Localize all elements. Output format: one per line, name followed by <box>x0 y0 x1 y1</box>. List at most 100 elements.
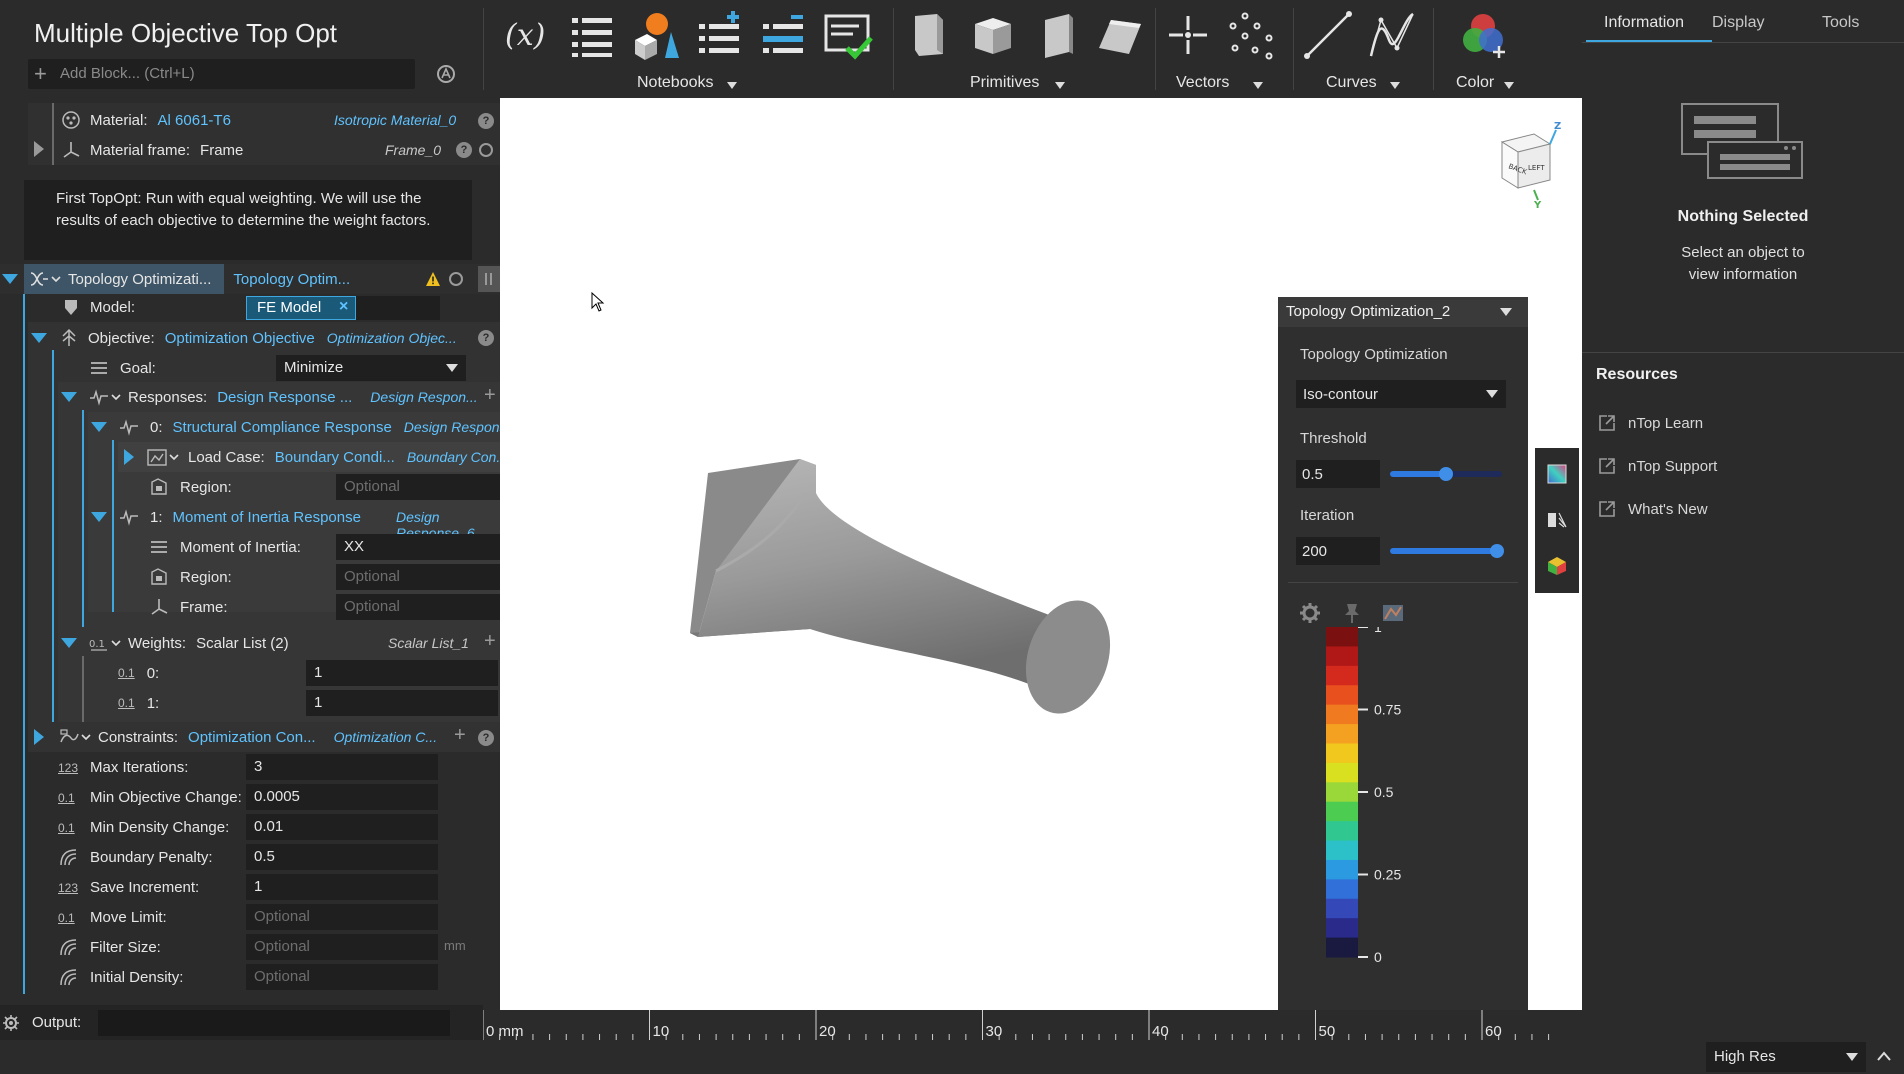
box-icon[interactable] <box>967 10 1017 60</box>
parameter-input[interactable]: 0.0005 <box>246 784 438 810</box>
model-field-rest[interactable] <box>356 296 440 320</box>
add-block-input[interactable]: + Add Block... (Ctrl+L) <box>28 59 415 89</box>
expand-arrow-icon[interactable] <box>34 141 44 157</box>
caret-down-icon[interactable] <box>1504 82 1514 89</box>
resource-link[interactable]: What's New <box>1598 494 1708 524</box>
slab-icon[interactable] <box>1095 10 1145 60</box>
model-chip[interactable]: FE Model × <box>246 296 356 320</box>
notebooks-menu[interactable]: Notebooks <box>637 74 714 92</box>
constraints-ref[interactable]: Optimization C... <box>334 729 437 745</box>
caret-down-icon[interactable] <box>1253 82 1263 89</box>
iteration-slider[interactable] <box>1390 544 1504 558</box>
load-case-ref[interactable]: Boundary Con... <box>407 449 508 465</box>
weights-ref[interactable]: Scalar List_1 <box>388 635 469 651</box>
add-item-button[interactable]: + <box>454 724 466 747</box>
collapse-arrow-icon[interactable] <box>61 638 77 648</box>
caret-down-icon[interactable] <box>727 82 737 89</box>
help-icon[interactable]: ? <box>478 330 494 346</box>
material-frame-ref[interactable]: Frame_0 <box>385 142 441 158</box>
colormap-toggle-icon[interactable] <box>1547 464 1567 484</box>
chevron-down-icon[interactable] <box>110 391 122 403</box>
curves-menu[interactable]: Curves <box>1326 74 1377 92</box>
cube-icon[interactable] <box>903 10 953 60</box>
color-menu[interactable]: Color <box>1456 74 1494 92</box>
objective-ref[interactable]: Optimization Objec... <box>327 330 457 346</box>
chevron-down-icon[interactable] <box>80 731 92 743</box>
primitives-menu[interactable]: Primitives <box>970 74 1039 92</box>
parameter-input[interactable]: Optional <box>246 904 438 930</box>
help-icon[interactable]: ? <box>456 142 472 158</box>
vectors-menu[interactable]: Vectors <box>1176 74 1229 92</box>
add-item-button[interactable]: + <box>484 630 496 653</box>
warning-icon[interactable] <box>425 271 441 287</box>
render-mode-icon[interactable] <box>1547 556 1567 576</box>
checklist-icon[interactable] <box>823 10 873 60</box>
caret-down-icon[interactable] <box>1055 82 1065 89</box>
pause-button[interactable] <box>478 266 500 292</box>
constraints-value[interactable]: Optimization Con... <box>188 729 316 746</box>
tab-information[interactable]: Information <box>1604 14 1684 32</box>
resource-link[interactable]: nTop Learn <box>1598 408 1703 438</box>
chevron-down-icon[interactable] <box>50 273 62 285</box>
iteration-slider-handle[interactable] <box>1490 544 1504 558</box>
parameter-input[interactable]: 1 <box>246 874 438 900</box>
resolution-dropdown[interactable]: High Res <box>1706 1042 1866 1072</box>
parameter-input[interactable]: 0.5 <box>246 844 438 870</box>
threshold-slider-handle[interactable] <box>1439 467 1453 481</box>
help-icon[interactable]: ? <box>478 113 494 129</box>
display-mode-dropdown[interactable]: Iso-contour <box>1296 380 1506 408</box>
remove-list-icon[interactable] <box>759 10 809 60</box>
parameter-input[interactable]: 3 <box>246 754 438 780</box>
response-1-value[interactable]: Moment of Inertia Response <box>173 509 361 526</box>
output-field[interactable] <box>98 1010 450 1036</box>
material-value[interactable]: Al 6061-T6 <box>158 112 231 129</box>
responses-ref[interactable]: Design Respon... <box>370 389 477 405</box>
curve-icon[interactable] <box>1367 10 1417 60</box>
threshold-input[interactable]: 0.5 <box>1296 460 1380 488</box>
view-cube[interactable]: BACK LEFT Z Y <box>1484 122 1584 212</box>
collapse-arrow-icon[interactable] <box>61 392 77 402</box>
objective-value[interactable]: Optimization Objective <box>165 330 315 347</box>
tab-display[interactable]: Display <box>1712 14 1764 32</box>
iteration-input[interactable]: 200 <box>1296 537 1380 565</box>
gear-icon[interactable] <box>2 1014 20 1032</box>
parameter-input[interactable]: 0.01 <box>246 814 438 840</box>
topology-part-model[interactable] <box>690 453 1170 823</box>
add-list-icon[interactable] <box>695 10 745 60</box>
prism-icon[interactable] <box>1031 10 1081 60</box>
line-icon[interactable] <box>1303 10 1353 60</box>
help-icon[interactable]: ? <box>478 730 494 746</box>
add-item-button[interactable]: + <box>484 384 496 407</box>
expand-arrow-icon[interactable] <box>124 449 134 465</box>
load-case-value[interactable]: Boundary Condi... <box>275 449 395 466</box>
color-icon[interactable] <box>1459 10 1509 60</box>
parameter-input[interactable]: Optional <box>246 964 438 990</box>
pin-icon[interactable] <box>1340 601 1364 625</box>
responses-value[interactable]: Design Response ... <box>217 389 352 406</box>
chevron-down-icon[interactable] <box>110 637 122 649</box>
gear-icon[interactable] <box>1298 601 1322 625</box>
caret-down-icon[interactable] <box>1390 82 1400 89</box>
colormap-header[interactable]: Topology Optimization_2 <box>1278 297 1528 327</box>
resource-link[interactable]: nTop Support <box>1598 451 1717 481</box>
colormap-settings-icon[interactable] <box>1380 601 1406 625</box>
collapse-arrow-icon[interactable] <box>31 333 47 343</box>
topopt-name[interactable]: Topology Optimizati... <box>68 271 211 288</box>
list-icon[interactable] <box>568 10 618 60</box>
section-view-icon[interactable] <box>1547 510 1567 530</box>
expand-arrow-icon[interactable] <box>34 729 44 745</box>
collapse-arrow-icon[interactable] <box>2 274 18 284</box>
tab-tools[interactable]: Tools <box>1822 14 1859 32</box>
collapse-arrow-icon[interactable] <box>91 422 107 432</box>
topopt-ref[interactable]: Topology Optim... <box>233 271 350 288</box>
point-icon[interactable] <box>1163 10 1213 60</box>
weight-1-input[interactable]: 1 <box>306 690 498 716</box>
output-port-icon[interactable] <box>479 143 493 157</box>
response-0-value[interactable]: Structural Compliance Response <box>173 419 392 436</box>
chevron-down-icon[interactable] <box>168 451 180 463</box>
collapse-arrow-icon[interactable] <box>91 512 107 522</box>
search-library-icon[interactable] <box>434 62 458 86</box>
weight-0-input[interactable]: 1 <box>306 660 498 686</box>
point-cloud-icon[interactable] <box>1225 10 1275 60</box>
parameter-input[interactable]: Optional <box>246 934 438 960</box>
